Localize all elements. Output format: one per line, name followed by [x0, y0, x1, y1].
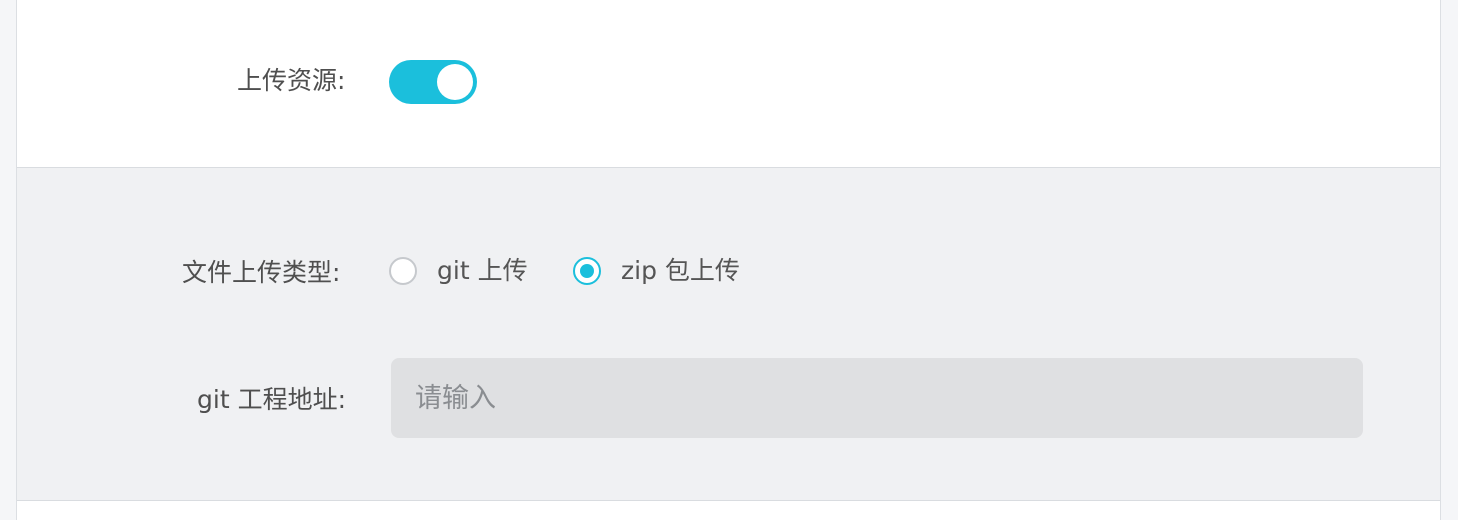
radio-checked-icon[interactable] [573, 257, 601, 285]
upload-settings-section: 文件上传类型: git 上传 zip 包上传 git 工程地址: [17, 167, 1440, 501]
radio-unchecked-icon[interactable] [389, 257, 417, 285]
git-project-url-input[interactable] [391, 358, 1363, 438]
radio-option-zip-upload[interactable]: zip 包上传 [573, 256, 740, 286]
form-panel: 上传资源: 文件上传类型: git 上传 zip 包上传 git 工程地址: [16, 0, 1441, 520]
radio-label-git-upload: git 上传 [437, 256, 528, 285]
upload-resource-section: 上传资源: [17, 0, 1440, 166]
toggle-knob [437, 64, 473, 100]
upload-resource-label: 上传资源: [237, 66, 346, 95]
radio-dot [580, 264, 594, 278]
upload-resource-toggle[interactable] [389, 60, 477, 104]
file-upload-type-label: 文件上传类型: [182, 258, 341, 287]
radio-label-zip-upload: zip 包上传 [621, 256, 740, 285]
git-project-url-label: git 工程地址: [197, 385, 346, 414]
next-section [17, 501, 1440, 520]
radio-option-git-upload[interactable]: git 上传 [389, 256, 528, 286]
